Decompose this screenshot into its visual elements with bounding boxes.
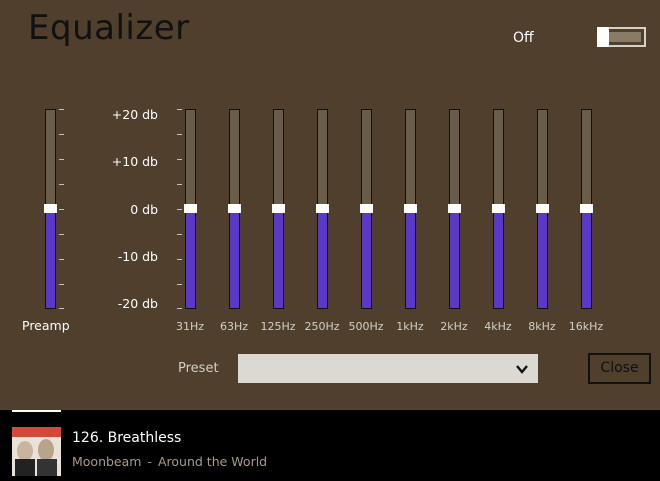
slider-thumb[interactable] [536, 204, 549, 213]
toggle-thumb [597, 27, 609, 47]
slider-fill [274, 209, 283, 308]
slider-thumb[interactable] [228, 204, 241, 213]
freq-label: 4kHz [484, 320, 512, 333]
slider-thumb[interactable] [580, 204, 593, 213]
eq-slider-125hz[interactable] [272, 109, 285, 309]
preset-dropdown[interactable] [238, 354, 538, 383]
band-ticks [177, 109, 183, 309]
track-title[interactable]: 126. Breathless [72, 430, 181, 446]
now-playing-indicator [12, 410, 61, 412]
freq-label: 2kHz [440, 320, 468, 333]
freq-label: 1kHz [396, 320, 424, 333]
preamp-slider[interactable] [44, 109, 57, 309]
slider-fill [450, 209, 459, 308]
slider-fill [46, 209, 55, 308]
slider-thumb[interactable] [404, 204, 417, 213]
slider-thumb[interactable] [272, 204, 285, 213]
db-label-plus10: +10 db [111, 154, 158, 169]
album-name[interactable]: Around the World [158, 454, 267, 469]
now-playing-bar: 126. Breathless Moonbeam - Around the Worl… [0, 410, 660, 481]
freq-label: 250Hz [304, 320, 340, 333]
eq-toggle-label: Off [513, 30, 534, 46]
db-label-plus20: +20 db [111, 107, 158, 122]
eq-slider-8khz[interactable] [536, 109, 549, 309]
slider-fill [582, 209, 591, 308]
db-label-minus10: -10 db [117, 249, 158, 264]
freq-label: 125Hz [260, 320, 296, 333]
chevron-down-icon [516, 360, 528, 378]
freq-label: 31Hz [175, 320, 205, 333]
slider-thumb[interactable] [44, 204, 57, 213]
preset-label: Preset [178, 361, 219, 376]
slider-thumb[interactable] [492, 204, 505, 213]
eq-slider-2khz[interactable] [448, 109, 461, 309]
slider-thumb[interactable] [184, 204, 197, 213]
freq-label: 63Hz [219, 320, 249, 333]
eq-toggle-switch[interactable] [597, 27, 646, 47]
slider-fill [406, 209, 415, 308]
freq-label: 8kHz [528, 320, 556, 333]
eq-slider-250hz[interactable] [316, 109, 329, 309]
freq-label: 16kHz [568, 320, 604, 333]
slider-thumb[interactable] [316, 204, 329, 213]
slider-fill [494, 209, 503, 308]
artist-name[interactable]: Moonbeam [72, 454, 141, 469]
track-subtitle: Moonbeam - Around the World [72, 454, 267, 469]
db-label-zero: 0 db [130, 202, 158, 217]
slider-thumb[interactable] [360, 204, 373, 213]
slider-fill [318, 209, 327, 308]
eq-slider-4khz[interactable] [492, 109, 505, 309]
freq-label: 500Hz [348, 320, 384, 333]
subtitle-separator: - [147, 454, 152, 469]
eq-slider-500hz[interactable] [360, 109, 373, 309]
slider-thumb[interactable] [448, 204, 461, 213]
slider-fill [538, 209, 547, 308]
page-title: Equalizer [28, 8, 190, 48]
eq-slider-31hz[interactable] [184, 109, 197, 309]
eq-slider-63hz[interactable] [228, 109, 241, 309]
slider-fill [186, 209, 195, 308]
eq-slider-1khz[interactable] [404, 109, 417, 309]
preamp-ticks [59, 109, 65, 309]
close-button[interactable]: Close [588, 353, 651, 384]
preamp-label: Preamp [22, 318, 70, 333]
db-label-minus20: -20 db [117, 296, 158, 311]
slider-fill [362, 209, 371, 308]
album-art[interactable] [12, 427, 61, 476]
slider-fill [230, 209, 239, 308]
eq-slider-16khz[interactable] [580, 109, 593, 309]
